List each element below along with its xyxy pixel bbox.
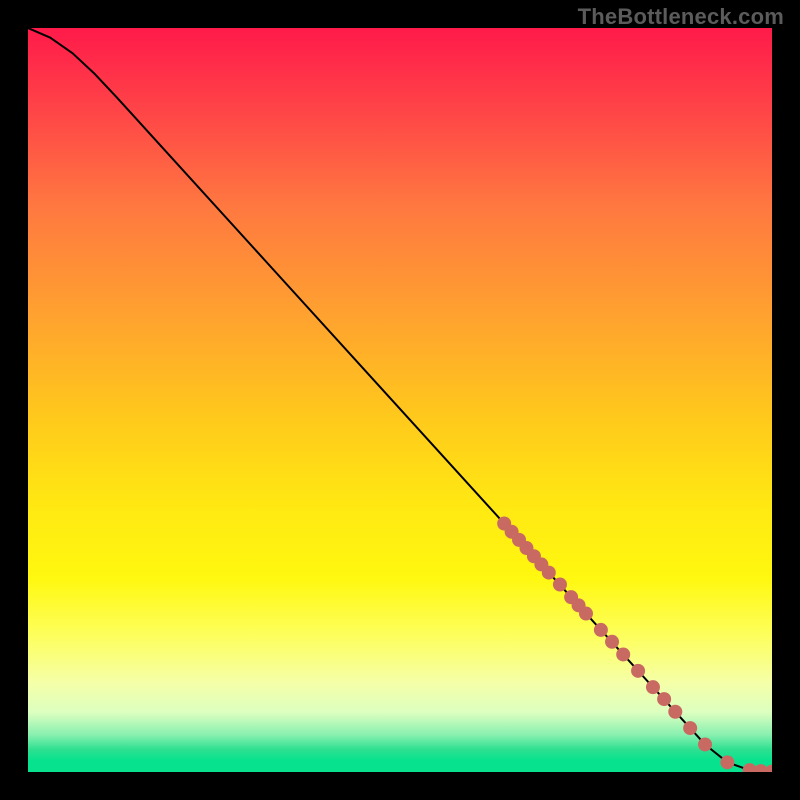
marker-dot	[698, 737, 712, 751]
marker-dots	[497, 517, 772, 773]
marker-dot	[683, 721, 697, 735]
marker-dot	[668, 705, 682, 719]
marker-dot	[542, 566, 556, 580]
marker-dot	[765, 765, 772, 772]
chart-frame: TheBottleneck.com	[0, 0, 800, 800]
marker-dot	[594, 623, 608, 637]
marker-dot	[605, 635, 619, 649]
marker-dot	[553, 578, 567, 592]
marker-dot	[657, 692, 671, 706]
overlay-svg	[28, 28, 772, 772]
curve-line	[28, 28, 772, 772]
marker-dot	[720, 755, 734, 769]
marker-dot	[616, 647, 630, 661]
watermark-text: TheBottleneck.com	[578, 4, 784, 30]
plot-area	[28, 28, 772, 772]
marker-dot	[631, 664, 645, 678]
marker-dot	[579, 607, 593, 621]
marker-dot	[646, 680, 660, 694]
